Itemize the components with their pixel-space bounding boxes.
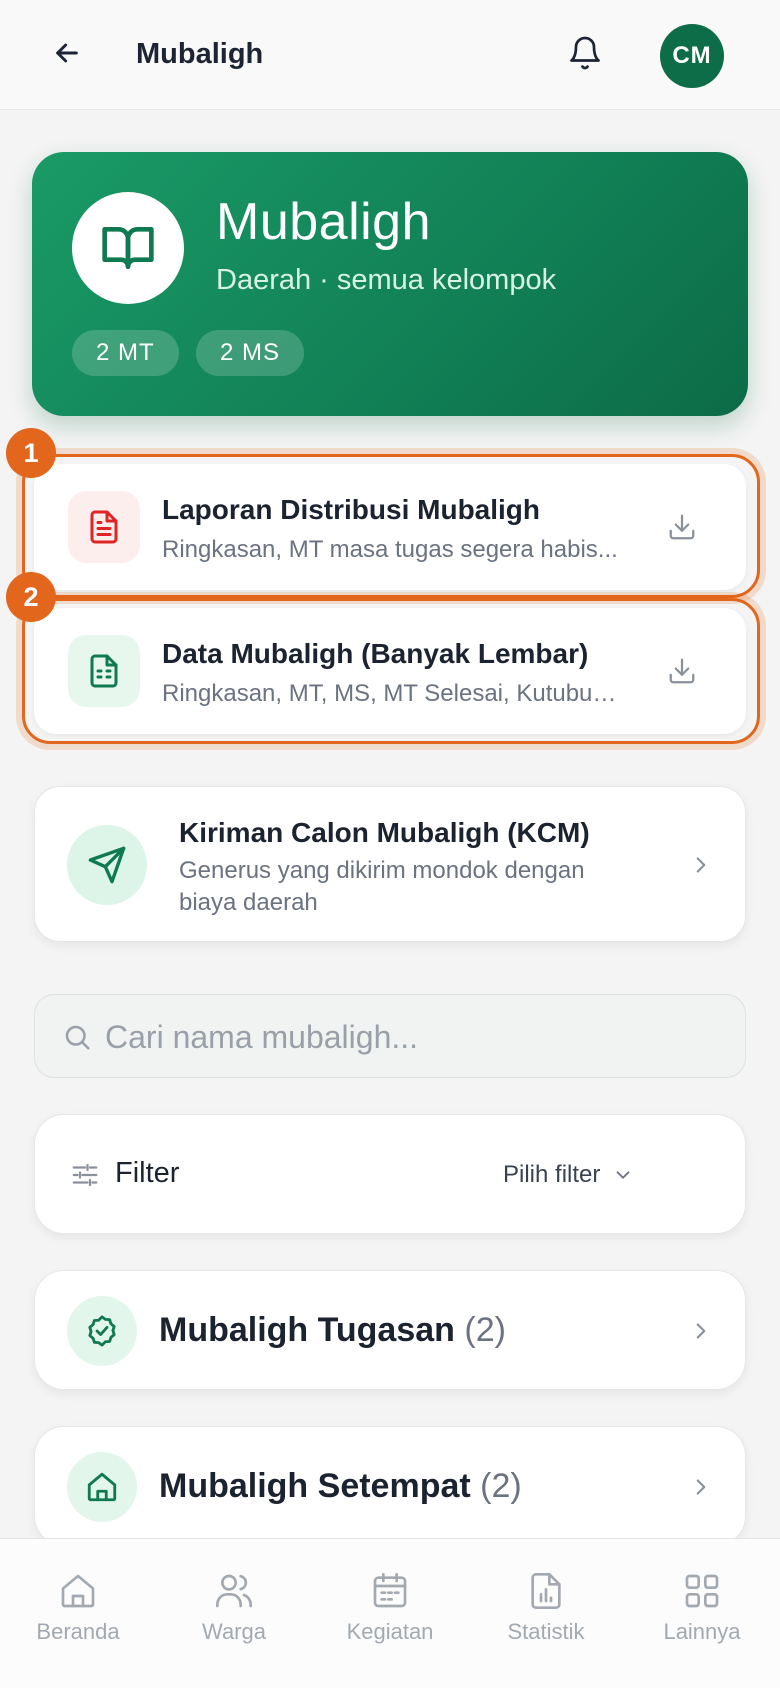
nav-label: Beranda xyxy=(36,1619,120,1644)
section-mubaligh-tugasan[interactable]: Mubaligh Tugasan (2) xyxy=(34,1270,746,1390)
search-input[interactable] xyxy=(105,1007,725,1067)
send-icon-wrap xyxy=(67,825,147,905)
chevron-down-icon xyxy=(616,1171,630,1179)
highlight-box-2 xyxy=(22,598,760,744)
chevron-right-icon xyxy=(683,1313,719,1349)
badge-check-icon-wrap xyxy=(67,1296,137,1366)
send-icon xyxy=(88,846,126,884)
calendar-icon xyxy=(373,1573,407,1608)
nav-item-kegiatan[interactable]: Kegiatan xyxy=(312,1539,468,1659)
section-count: (2) xyxy=(464,1311,506,1349)
chip-ms-count: 2 MS xyxy=(196,330,305,376)
nav-label: Kegiatan xyxy=(346,1619,434,1644)
hero-subtitle: Daerah · semua kelompok xyxy=(216,264,557,296)
chart-file-icon xyxy=(531,1573,561,1609)
back-button[interactable] xyxy=(46,32,88,74)
app-header: Mubaligh CM xyxy=(0,0,780,110)
nav-item-lainnya[interactable]: Lainnya xyxy=(624,1539,780,1659)
highlight-badge-2: 2 xyxy=(6,572,56,622)
section-label: Mubaligh Tugasan (2) xyxy=(159,1311,506,1350)
badge-check-icon xyxy=(88,1315,116,1347)
filter-dropdown[interactable]: Pilih filter xyxy=(503,1153,634,1197)
nav-label: Statistik xyxy=(507,1619,585,1644)
open-book-icon xyxy=(102,227,154,269)
kcm-card[interactable]: Kiriman Calon Mubaligh (KCM) Generus yan… xyxy=(34,786,746,942)
highlight-badge-1: 1 xyxy=(6,428,56,478)
hero-title: Mubaligh xyxy=(216,193,432,251)
kcm-title: Kiriman Calon Mubaligh (KCM) xyxy=(179,817,590,848)
nav-label: Lainnya xyxy=(663,1619,741,1644)
section-title: Mubaligh Setempat xyxy=(159,1467,471,1505)
nav-item-statistik[interactable]: Statistik xyxy=(468,1539,624,1659)
home-icon xyxy=(87,1472,117,1502)
chip-mt-count: 2 MT xyxy=(72,330,179,376)
bottom-navigation: Beranda Warga Kegiatan Statistik Lainnya xyxy=(0,1538,780,1688)
arrow-left-icon xyxy=(56,43,78,63)
avatar[interactable]: CM xyxy=(660,24,724,88)
bell-icon xyxy=(570,36,600,70)
users-icon xyxy=(216,1574,253,1608)
grid-icon xyxy=(685,1574,719,1608)
sliders-icon xyxy=(67,1157,103,1193)
nav-item-warga[interactable]: Warga xyxy=(156,1539,312,1659)
hero-card: Mubaligh Daerah · semua kelompok 2 MT 2 … xyxy=(32,152,748,416)
screen: Mubaligh CM Mubaligh Daerah · semua kelo… xyxy=(0,0,780,1688)
section-mubaligh-setempat[interactable]: Mubaligh Setempat (2) xyxy=(34,1426,746,1546)
kcm-description: Generus yang dikirim mondok dengan biaya… xyxy=(179,857,585,916)
section-label: Mubaligh Setempat (2) xyxy=(159,1467,522,1506)
chevron-right-icon xyxy=(683,1469,719,1505)
filter-select-label: Pilih filter xyxy=(503,1161,601,1188)
section-title: Mubaligh Tugasan xyxy=(159,1311,455,1349)
home-icon xyxy=(61,1574,95,1608)
hero-icon-circle xyxy=(72,192,184,304)
search-icon xyxy=(57,1017,97,1057)
nav-item-beranda[interactable]: Beranda xyxy=(0,1539,156,1659)
home-icon-wrap xyxy=(67,1452,137,1522)
notification-button[interactable] xyxy=(562,30,608,76)
highlight-box-1 xyxy=(22,454,760,598)
filter-card[interactable]: Filter Pilih filter xyxy=(34,1114,746,1234)
section-count: (2) xyxy=(480,1467,522,1505)
chevron-right-icon xyxy=(683,847,719,883)
filter-label: Filter xyxy=(115,1157,180,1189)
page-title: Mubaligh xyxy=(136,38,264,70)
nav-label: Warga xyxy=(202,1619,266,1644)
search-bar xyxy=(34,994,746,1078)
